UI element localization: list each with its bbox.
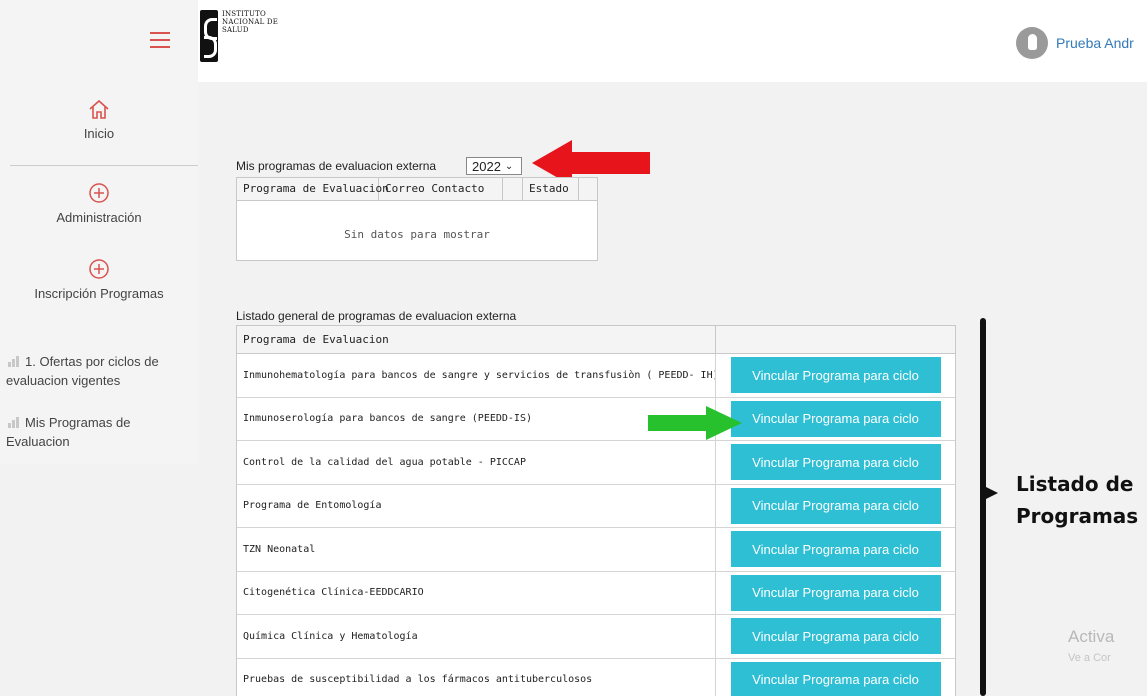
- column-header: Programa de Evaluacion: [237, 178, 389, 200]
- sidebar-subitem-label: 1. Ofertas por ciclos de: [25, 354, 159, 369]
- logo-line-1: INSTITUTO: [222, 10, 266, 18]
- link-program-button[interactable]: Vincular Programa para ciclo: [730, 574, 941, 611]
- link-program-button[interactable]: Vincular Programa para ciclo: [730, 487, 941, 524]
- bar-chart-icon: [8, 356, 20, 367]
- column-header: [503, 178, 523, 200]
- user-menu[interactable]: Prueba Andr: [1016, 27, 1134, 59]
- sidebar-subitem-label-2: Evaluacion: [6, 434, 70, 449]
- table-row: Programa de Entomología Vincular Program…: [237, 484, 955, 528]
- ins-logo: INSTITUTO NACIONAL DE SALUD: [200, 10, 320, 65]
- sidebar-item-label: Administración: [56, 210, 142, 225]
- link-program-button[interactable]: Vincular Programa para ciclo: [730, 444, 941, 481]
- sidebar-item-label: Inscripción Programas: [34, 286, 164, 301]
- annotation-line-1: Listado de: [1016, 472, 1134, 496]
- sidebar-subitem-mis-programas[interactable]: Mis Programas de Evaluacion: [0, 413, 196, 451]
- table-row: TZN Neonatal Vincular Programa para cicl…: [237, 528, 955, 572]
- my-programs-table-header: Programa de Evaluacion Correo Contacto E…: [237, 178, 597, 201]
- year-select-value: 2022: [472, 158, 501, 174]
- table-row: Química Clínica y Hematología Vincular P…: [237, 615, 955, 659]
- sidebar-item-inscripcion[interactable]: Inscripción Programas: [0, 258, 198, 301]
- sidebar-item-inicio[interactable]: Inicio: [0, 98, 198, 141]
- table-row: Citogenética Clínica-EEDDCARIO Vincular …: [237, 571, 955, 615]
- sidebar-subitem-ofertas[interactable]: 1. Ofertas por ciclos de evaluacion vige…: [0, 352, 196, 390]
- sidebar-subitem-label-2: evaluacion vigentes: [6, 373, 121, 388]
- column-header-actions: [716, 326, 955, 353]
- annotation-line-2: Programas: [1016, 504, 1139, 528]
- my-programs-table: Programa de Evaluacion Correo Contacto E…: [236, 177, 598, 261]
- table-row: Pruebas de susceptibilidad a los fármaco…: [237, 658, 955, 696]
- chevron-down-icon: ⌄: [504, 160, 514, 172]
- activation-watermark-title: Activa: [1068, 627, 1115, 646]
- table-row: Inmunohematología para bancos de sangre …: [237, 354, 955, 398]
- sidebar: Inicio Administración Inscripción Progra…: [0, 82, 198, 464]
- link-program-button[interactable]: Vincular Programa para ciclo: [730, 618, 941, 655]
- year-select[interactable]: 2022 ⌄: [466, 157, 522, 175]
- link-program-button[interactable]: Vincular Programa para ciclo: [730, 531, 941, 568]
- programs-table-header: Programa de Evaluacion: [237, 326, 955, 354]
- sidebar-item-administracion[interactable]: Administración: [0, 182, 198, 225]
- activation-watermark-subtitle: Ve a Cor: [1068, 652, 1111, 664]
- program-name: Control de la calidad del agua potable -…: [237, 441, 716, 484]
- logo-line-2: NACIONAL DE: [222, 18, 279, 26]
- program-name: Pruebas de susceptibilidad a los fármaco…: [237, 658, 716, 696]
- table-row: Control de la calidad del agua potable -…: [237, 441, 955, 485]
- plus-circle-icon: [89, 183, 109, 203]
- menu-icon[interactable]: [150, 32, 170, 48]
- empty-message: Sin datos para mostrar: [344, 228, 490, 241]
- column-header: Correo Contacto: [379, 178, 503, 200]
- column-header: Estado: [523, 178, 579, 200]
- program-name: Química Clínica y Hematología: [237, 615, 716, 658]
- program-name: Citogenética Clínica-EEDDCARIO: [237, 571, 716, 614]
- annotation-text: Listado de Programas: [1016, 468, 1138, 532]
- bracket-pointer-icon: [984, 486, 998, 500]
- my-programs-title: Mis programas de evaluacion externa: [236, 159, 437, 173]
- sidebar-subitem-label: Mis Programas de: [25, 415, 131, 430]
- green-arrow-annotation: [648, 406, 742, 440]
- avatar[interactable]: [1016, 27, 1048, 59]
- bracket-annotation: [980, 318, 986, 696]
- programs-table: Programa de Evaluacion Inmunohematología…: [236, 325, 956, 696]
- program-name: TZN Neonatal: [237, 528, 716, 571]
- bar-chart-icon: [8, 417, 20, 428]
- sidebar-item-label: Inicio: [83, 126, 115, 141]
- program-name: Inmunohematología para bancos de sangre …: [237, 354, 716, 397]
- sidebar-divider: [10, 165, 198, 166]
- link-program-button[interactable]: Vincular Programa para ciclo: [730, 661, 941, 696]
- user-name[interactable]: Prueba Andr: [1056, 35, 1134, 51]
- link-program-button[interactable]: Vincular Programa para ciclo: [730, 400, 941, 437]
- program-name: Programa de Entomología: [237, 484, 716, 527]
- home-icon: [89, 99, 109, 119]
- column-header: Programa de Evaluacion: [237, 326, 716, 353]
- general-list-title: Listado general de programas de evaluaci…: [236, 309, 517, 323]
- link-program-button[interactable]: Vincular Programa para ciclo: [730, 357, 941, 394]
- logo-line-3: SALUD: [222, 26, 249, 34]
- table-row: Inmunoserología para bancos de sangre (P…: [237, 397, 955, 441]
- main-content: Mis programas de evaluacion externa 2022…: [198, 82, 1147, 696]
- top-bar: INSTITUTO NACIONAL DE SALUD Prueba Andr: [0, 0, 1147, 82]
- plus-circle-icon: [89, 259, 109, 279]
- program-name: Inmunoserología para bancos de sangre (P…: [237, 397, 716, 440]
- logo-mark: [200, 10, 218, 62]
